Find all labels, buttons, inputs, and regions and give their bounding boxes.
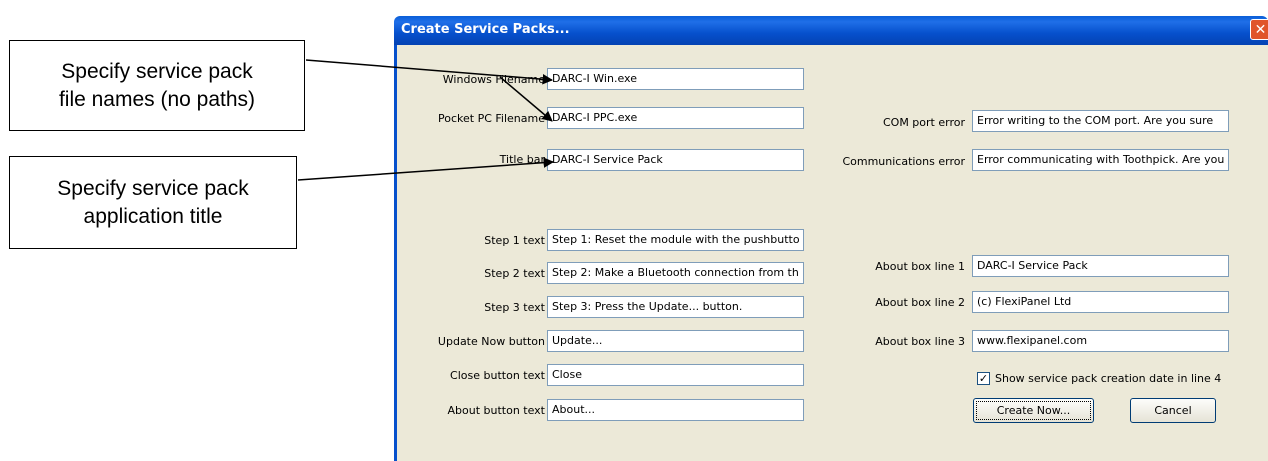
callout-arrows: [297, 59, 555, 181]
arrow-to-title-bar: [297, 157, 555, 181]
arrow-to-windows-filename: [305, 59, 554, 85]
arrow-to-pocketpc-filename: [499, 76, 553, 122]
